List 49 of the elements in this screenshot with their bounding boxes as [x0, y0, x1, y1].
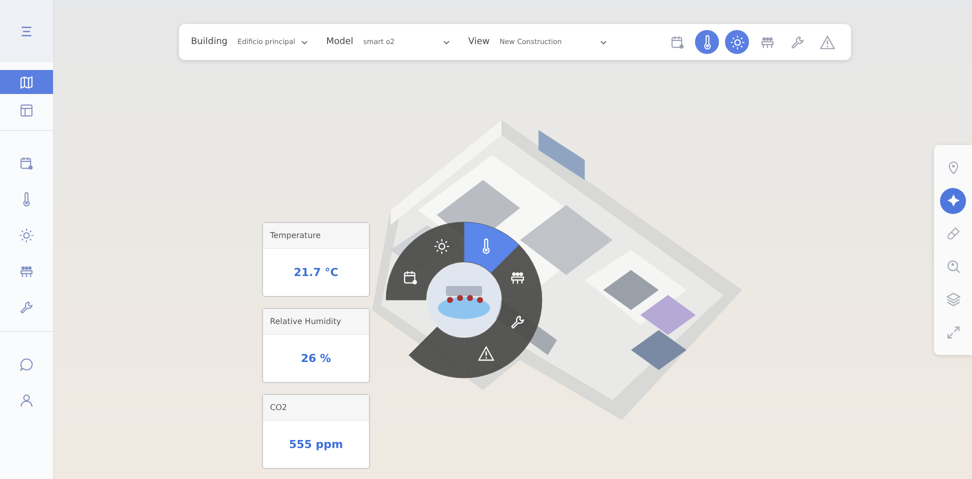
meeting-room — [640, 295, 696, 335]
people-icon — [760, 34, 774, 50]
sun-icon — [730, 34, 744, 50]
layers-icon — [946, 292, 960, 307]
map-icon — [19, 74, 34, 90]
radial-segment[interactable] — [408, 326, 464, 378]
warning-icon — [820, 34, 834, 50]
layer-toggle[interactable] — [725, 30, 749, 54]
expand-icon — [946, 325, 960, 340]
tool-button[interactable] — [940, 188, 966, 214]
people-icon — [19, 264, 34, 278]
wrench-icon — [512, 316, 524, 328]
caret-icon — [301, 40, 308, 44]
sensor-value: 26 % — [300, 351, 332, 367]
user-icon — [19, 392, 34, 408]
sensor-value: 21.7 °C — [292, 265, 340, 281]
thermometer-icon — [483, 239, 490, 254]
radial-segment[interactable] — [408, 222, 464, 274]
sun-icon — [19, 228, 34, 242]
brush-icon — [946, 226, 960, 241]
caret-icon — [600, 40, 607, 44]
sensor-title: CO2 — [263, 395, 369, 421]
zoom-icon — [946, 259, 960, 274]
wrench-icon — [19, 300, 34, 314]
filter-label: Building — [191, 37, 228, 47]
filter-label: View — [468, 37, 490, 47]
radial-segment[interactable] — [490, 244, 542, 300]
caret-icon — [443, 40, 450, 44]
filter-label: Model — [326, 37, 354, 47]
sidebar-item[interactable] — [0, 70, 53, 94]
warning-icon — [478, 347, 494, 360]
radial-segment[interactable] — [464, 326, 520, 378]
sensor-title: Relative Humidity — [263, 309, 369, 335]
sun-icon — [434, 239, 450, 254]
sensor-value: 555 ppm — [288, 437, 344, 453]
chat-icon — [19, 356, 34, 372]
people-icon — [512, 272, 524, 284]
desk-cluster — [631, 330, 686, 370]
radial-segment[interactable] — [386, 244, 438, 300]
radial-segment[interactable] — [490, 300, 542, 356]
window-row — [538, 130, 585, 180]
layout-icon — [19, 102, 34, 118]
sensor-title: Temperature — [263, 223, 369, 249]
wrench-icon — [790, 34, 804, 50]
calendar-icon — [404, 271, 417, 284]
layer-toggle[interactable] — [695, 30, 719, 54]
calendar-icon — [670, 34, 684, 50]
calendar-icon — [19, 156, 34, 170]
radial-segment[interactable] — [464, 222, 520, 274]
